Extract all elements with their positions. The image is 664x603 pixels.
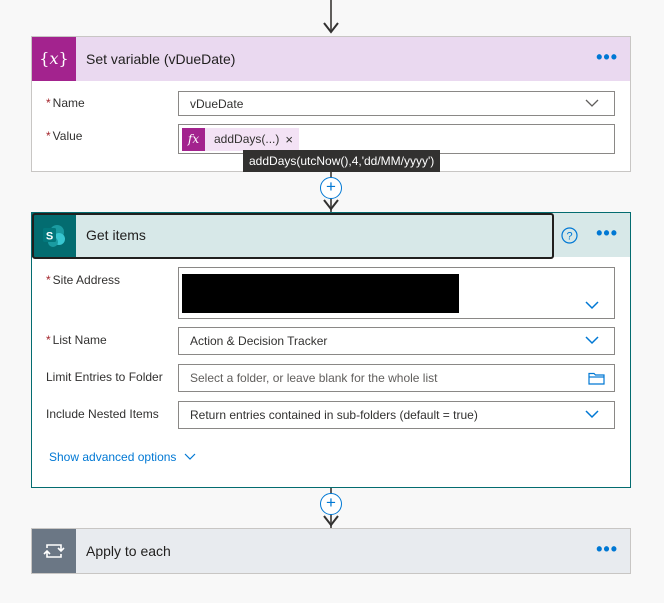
loop-icon: [32, 529, 76, 573]
limit-folder-placeholder: Select a folder, or leave blank for the …: [190, 371, 438, 385]
chevron-down-icon: [585, 336, 599, 345]
set-variable-title: Set variable (vDueDate): [86, 51, 236, 67]
variable-icon: {x}: [32, 37, 76, 81]
arrow-down-icon: [323, 22, 339, 34]
nested-items-dropdown[interactable]: Return entries contained in sub-folders …: [178, 401, 615, 429]
limit-folder-input[interactable]: Select a folder, or leave blank for the …: [178, 364, 615, 392]
get-items-header[interactable]: S Get items ? •••: [32, 213, 630, 259]
nested-items-label: Include Nested Items: [46, 407, 159, 421]
chevron-down-icon: [585, 301, 599, 310]
set-variable-header[interactable]: {x} Set variable (vDueDate) •••: [32, 37, 630, 81]
insert-step-button[interactable]: +: [320, 177, 342, 199]
list-name-label: * List Name: [46, 333, 107, 347]
expression-token[interactable]: fx addDays(...) ×: [182, 127, 299, 151]
remove-token-icon[interactable]: ×: [285, 132, 299, 147]
redacted-site-address: [182, 274, 459, 313]
name-dropdown[interactable]: vDueDate: [178, 91, 615, 116]
chevron-down-icon: [185, 453, 196, 460]
expression-tooltip: addDays(utcNow(),4,'dd/MM/yyyy'): [243, 150, 441, 172]
apply-to-each-header[interactable]: Apply to each •••: [32, 529, 630, 573]
insert-step-button[interactable]: +: [320, 493, 342, 515]
chevron-down-icon: [585, 410, 599, 419]
svg-text:{x}: {x}: [39, 49, 68, 68]
list-name-value: Action & Decision Tracker: [190, 334, 328, 348]
limit-folder-label: Limit Entries to Folder: [46, 370, 163, 384]
advanced-link-label: Show advanced options: [49, 450, 177, 464]
chevron-down-icon: [585, 99, 599, 107]
folder-icon[interactable]: [588, 372, 605, 385]
name-value: vDueDate: [190, 96, 244, 111]
site-address-dropdown[interactable]: [178, 267, 615, 319]
show-advanced-options-link[interactable]: Show advanced options: [49, 450, 196, 464]
more-options-button[interactable]: •••: [596, 224, 618, 242]
arrow-down-icon: [323, 199, 339, 211]
get-items-card: S Get items ? ••• * Site Address * List Na…: [31, 212, 631, 488]
get-items-header-focus: [32, 213, 554, 259]
more-options-button[interactable]: •••: [596, 540, 618, 558]
apply-to-each-title: Apply to each: [86, 543, 171, 559]
list-name-dropdown[interactable]: Action & Decision Tracker: [178, 327, 615, 355]
apply-to-each-card: Apply to each •••: [31, 528, 631, 574]
name-label: * Name: [46, 96, 85, 110]
site-address-label: * Site Address: [46, 273, 121, 287]
svg-text:?: ?: [566, 231, 572, 243]
arrow-down-icon: [323, 515, 339, 527]
token-label: addDays(...): [214, 132, 280, 146]
expression-icon: fx: [182, 127, 205, 151]
value-label: * Value: [46, 129, 83, 143]
nested-items-value: Return entries contained in sub-folders …: [190, 408, 478, 422]
more-options-button[interactable]: •••: [596, 48, 618, 66]
help-icon[interactable]: ?: [561, 227, 578, 244]
